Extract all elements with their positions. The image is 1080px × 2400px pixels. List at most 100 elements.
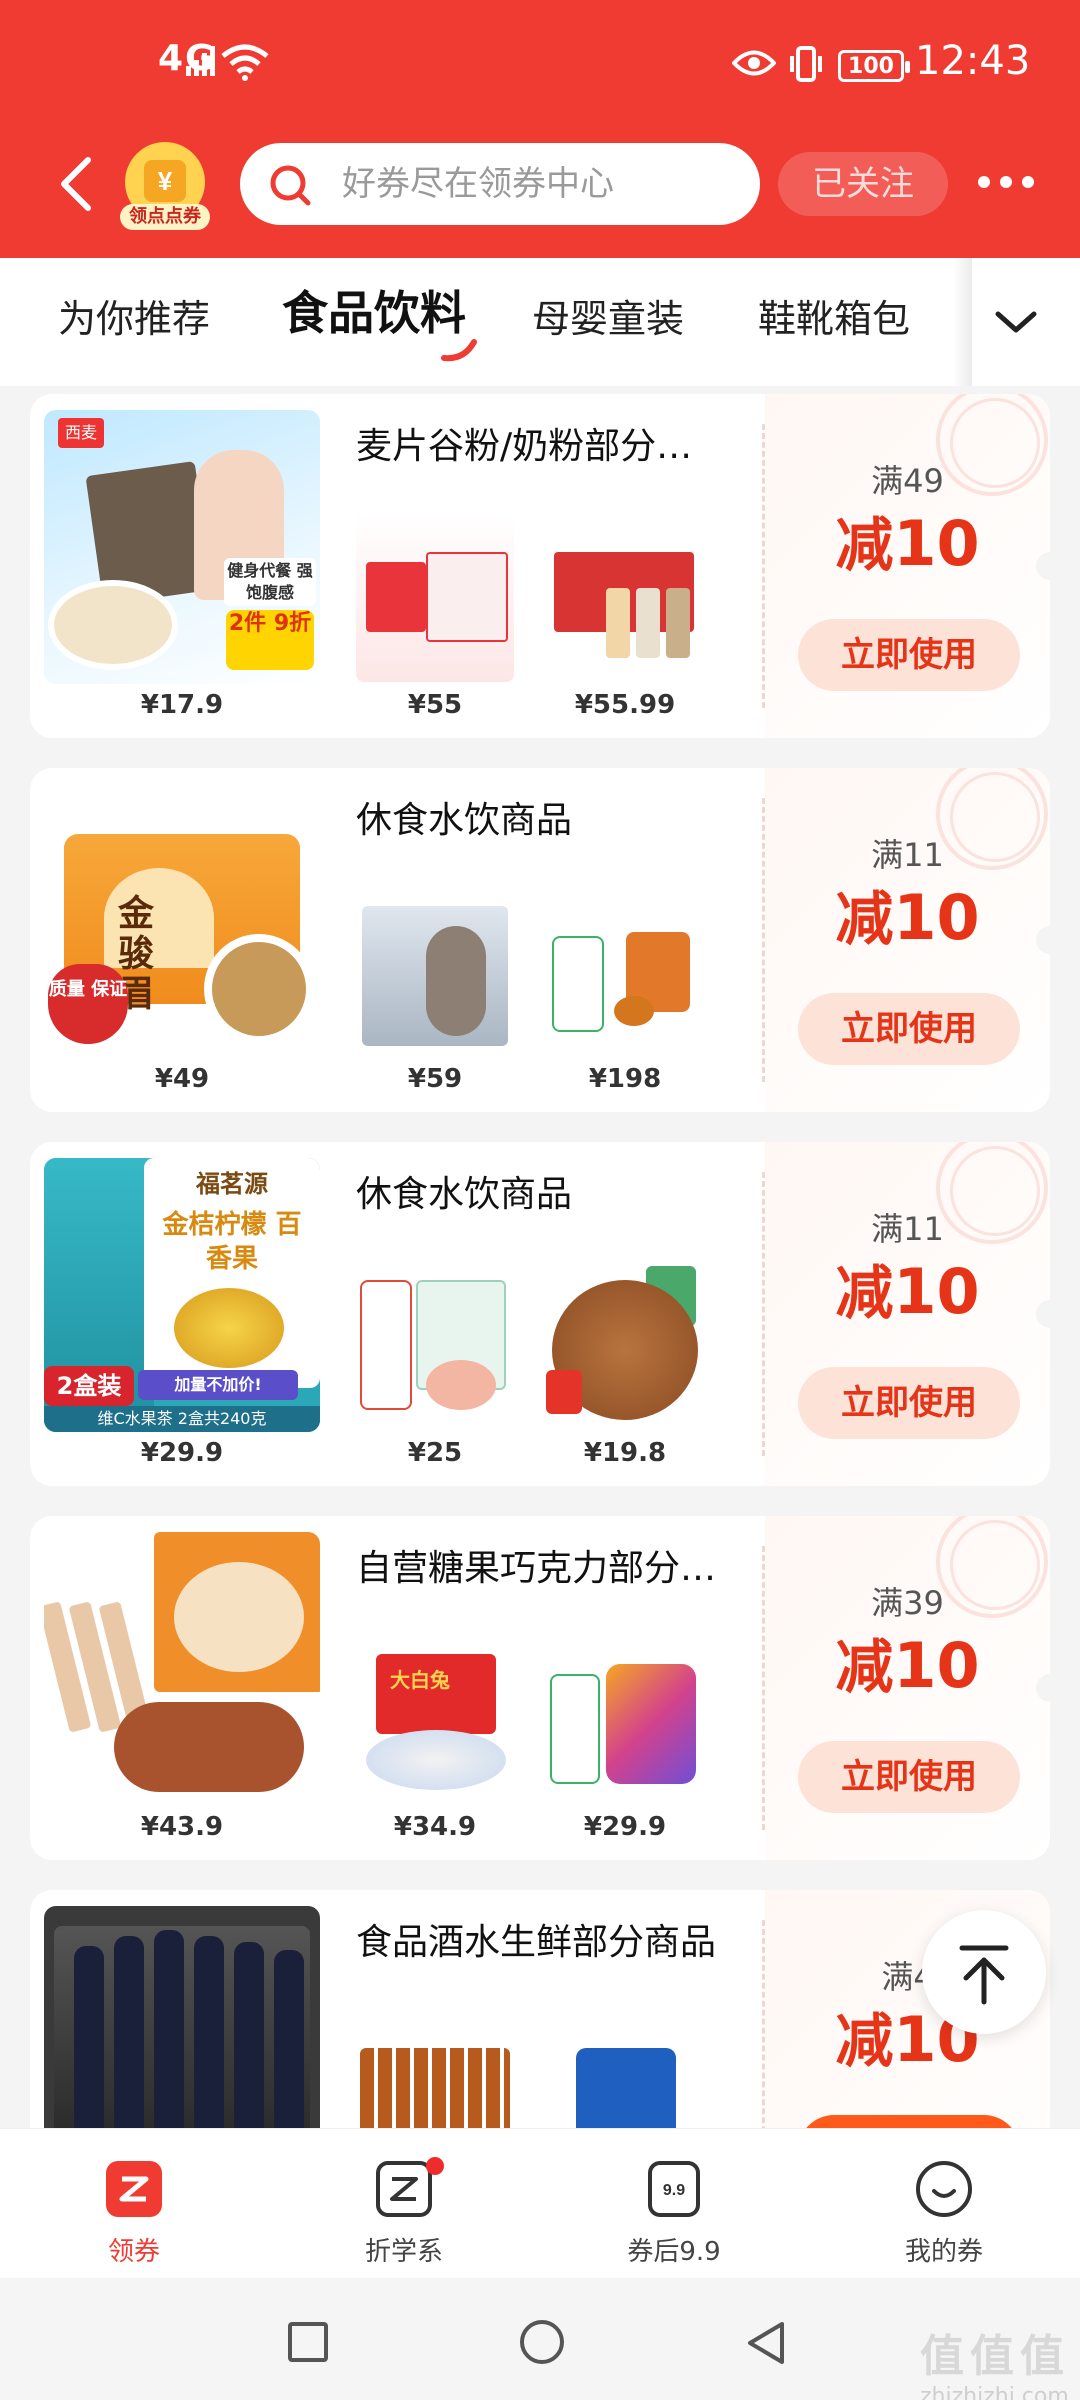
product-image[interactable]: 西麦 健身代餐 强饱腹感 2件 9折 <box>44 410 320 684</box>
product-thumb[interactable] <box>356 1260 514 1430</box>
use-now-button[interactable]: 立即使用 <box>798 1367 1020 1439</box>
system-nav-bar <box>0 2278 1080 2400</box>
signal-icon <box>186 46 215 76</box>
use-now-button[interactable]: 立即使用 <box>798 619 1020 691</box>
coupon-discount: 减10 <box>765 880 1050 957</box>
product-image[interactable]: 金骏眉 质量 保证 <box>44 784 320 1058</box>
discount-value: 10 <box>893 881 980 954</box>
top-header: 4G 100 12:43 ¥ 领点点券 好券尽在领券中心 已关注 <box>0 0 1080 258</box>
smile-icon <box>916 2161 972 2217</box>
back-triangle-icon[interactable] <box>742 2318 792 2368</box>
coupon-card[interactable]: 福茗源 金桔柠檬 百香果 2盒装 加量不加价! 维C水果茶 2盒共240克 ¥2… <box>30 1142 1050 1486</box>
coin-label[interactable]: 领点点券 <box>120 204 210 230</box>
coupon-threshold: 满11 <box>871 1210 944 1248</box>
nav-after-coupon[interactable]: 9.9 券后9.9 <box>574 2129 774 2279</box>
thumb-price: ¥34.9 <box>393 1812 477 1842</box>
card-title: 食品酒水生鲜部分商品 <box>356 1922 717 1963</box>
product-thumb[interactable] <box>356 886 514 1056</box>
nav-coupons[interactable]: 领券 <box>34 2129 234 2279</box>
thumb-price: ¥59 <box>407 1064 463 1094</box>
promo-badge: 2盒装 <box>44 1366 134 1406</box>
thumb-price: ¥198 <box>588 1064 662 1094</box>
product-desc: 维C水果茶 2盒共240克 <box>44 1406 320 1432</box>
product-thumb[interactable] <box>546 886 704 1056</box>
nav-discount-school[interactable]: 折学系 <box>304 2129 504 2279</box>
promo-badge: 2件 9折 <box>226 610 314 670</box>
follow-button[interactable]: 已关注 <box>778 152 948 216</box>
thumb-price: ¥29.9 <box>583 1812 667 1842</box>
coupon-card[interactable]: 西麦 健身代餐 强饱腹感 2件 9折 ¥17.9 麦片谷粉/奶粉部分… ¥55 … <box>30 394 1050 738</box>
product-thumb[interactable] <box>546 512 704 682</box>
tab-shoes-bags[interactable]: 鞋靴箱包 <box>758 294 910 344</box>
active-tab-indicator <box>441 339 477 362</box>
discount-prefix: 减 <box>835 511 894 579</box>
home-button[interactable] <box>520 2320 564 2364</box>
coupon-threshold: 满11 <box>871 836 944 874</box>
coupon-card[interactable]: ¥43.9 自营糖果巧克力部分… 大白兔 ¥34.9 ¥29.9 满39 减10… <box>30 1516 1050 1860</box>
product-image[interactable]: 福茗源 金桔柠檬 百香果 2盒装 加量不加价! 维C水果茶 2盒共240克 <box>44 1158 320 1432</box>
tab-food-drink[interactable]: 食品饮料 <box>282 288 466 338</box>
coupon-card[interactable]: 金骏眉 质量 保证 ¥49 休食水饮商品 ¥59 ¥198 满11 减10 立即… <box>30 768 1050 1112</box>
notification-dot <box>426 2157 444 2175</box>
price-tag-text: 9.9 <box>663 2182 685 2199</box>
thumb-price: ¥19.8 <box>583 1438 667 1468</box>
watermark: 值值值 zhizhizhi.com <box>920 2320 1070 2400</box>
search-placeholder: 好券尽在领券中心 <box>342 164 614 204</box>
discount-prefix: 减 <box>835 1259 894 1327</box>
more-icon[interactable] <box>976 172 1036 192</box>
thumb-price: ¥25 <box>407 1438 463 1468</box>
product-name: 金桔柠檬 百香果 <box>162 1210 302 1274</box>
back-to-top-icon <box>959 1945 1009 2005</box>
use-now-button[interactable]: 立即使用 <box>798 1741 1020 1813</box>
discount-value: 10 <box>893 1629 980 1702</box>
coupon-icon <box>106 2161 162 2217</box>
watermark-url: zhizhizhi.com <box>920 2384 1069 2400</box>
chevron-down-icon[interactable] <box>990 306 1042 338</box>
discount-prefix: 减 <box>835 1633 894 1701</box>
back-arrow-icon[interactable] <box>56 156 96 212</box>
product-image[interactable] <box>44 1532 320 1806</box>
tab-fade <box>952 258 972 386</box>
battery-indicator: 100 <box>838 50 910 82</box>
eye-icon <box>732 50 776 76</box>
discount-value: 10 <box>893 507 980 580</box>
brand-name: 福茗源 <box>196 1170 268 1198</box>
main-price: ¥17.9 <box>140 690 224 720</box>
coupon-threshold: 满39 <box>871 1584 944 1622</box>
card-title: 麦片谷粉/奶粉部分… <box>356 426 693 467</box>
coupon-discount: 减10 <box>765 506 1050 583</box>
wifi-icon <box>221 44 269 81</box>
vibrate-icon <box>790 46 822 82</box>
thumb-price: ¥55 <box>407 690 463 720</box>
watermark-logo: 值值值 <box>920 2331 1070 2382</box>
search-bar[interactable]: 好券尽在领券中心 <box>240 143 760 225</box>
tab-baby-kids[interactable]: 母婴童装 <box>532 294 684 344</box>
nav-label: 折学系 <box>364 2237 443 2267</box>
promo-strip: 加量不加价! <box>138 1370 298 1400</box>
product-badge: 健身代餐 强饱腹感 <box>224 558 316 606</box>
nav-my-coupons[interactable]: 我的券 <box>844 2129 1044 2279</box>
recent-apps-button[interactable] <box>288 2322 328 2362</box>
back-to-top-button[interactable] <box>922 1910 1046 2034</box>
main-price: ¥43.9 <box>140 1812 224 1842</box>
coupon-threshold: 满49 <box>871 462 944 500</box>
card-title: 自营糖果巧克力部分… <box>356 1548 717 1589</box>
svg-text:¥: ¥ <box>158 166 173 196</box>
status-bar: 4G 100 12:43 <box>0 0 1080 130</box>
discount-prefix: 减 <box>835 885 894 953</box>
product-thumb[interactable] <box>546 1634 704 1804</box>
main-price: ¥49 <box>154 1064 210 1094</box>
brand-logo: 西麦 <box>58 418 104 448</box>
tab-recommend[interactable]: 为你推荐 <box>58 294 210 344</box>
status-time: 12:43 <box>915 38 1031 84</box>
price-tag-icon: 9.9 <box>648 2161 700 2217</box>
coupon-discount: 减10 <box>765 1254 1050 1331</box>
nav-label: 我的券 <box>904 2237 983 2267</box>
category-tabs: 为你推荐 食品饮料 母婴童装 鞋靴箱包 <box>0 258 1080 386</box>
use-now-button[interactable]: 立即使用 <box>798 993 1020 1065</box>
discount-value: 10 <box>893 1255 980 1328</box>
product-thumb[interactable]: 大白兔 <box>356 1634 514 1804</box>
product-thumb[interactable] <box>356 512 514 682</box>
product-thumb[interactable] <box>546 1260 704 1430</box>
bottom-nav: 领券 折学系 9.9 券后9.9 我的券 <box>0 2128 1080 2278</box>
